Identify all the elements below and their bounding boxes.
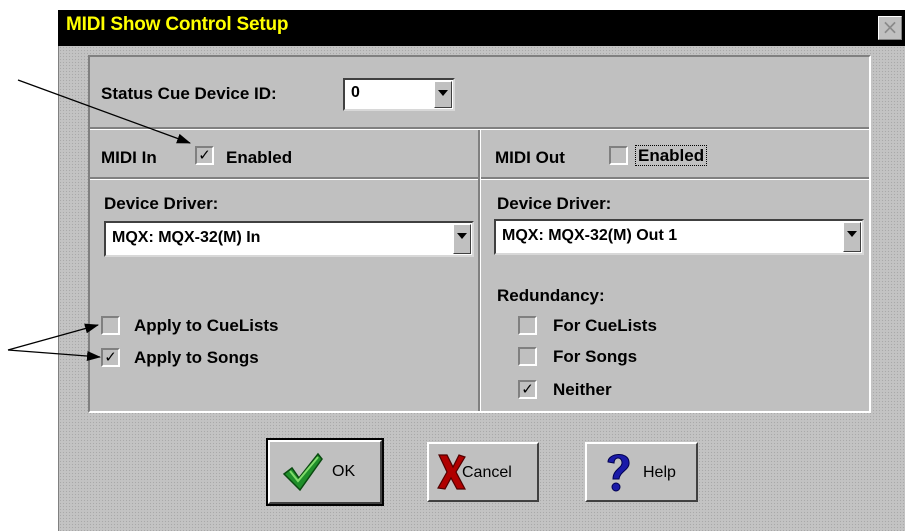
status-cue-device-id-value: 0	[351, 84, 360, 101]
chevron-down-icon[interactable]	[453, 224, 471, 254]
question-icon	[607, 454, 630, 492]
chevron-down-icon[interactable]	[434, 81, 452, 108]
close-icon: ×	[881, 15, 899, 39]
redundancy-for-cuelists-checkbox[interactable]	[518, 316, 537, 335]
midi-in-enabled-checkbox[interactable]: ✓	[195, 146, 214, 165]
help-label: Help	[643, 464, 676, 481]
midi-in-device-driver-label: Device Driver:	[104, 194, 219, 213]
redundancy-for-cuelists-label: For CueLists	[553, 316, 657, 335]
apply-to-songs-checkbox[interactable]: ✓	[101, 348, 120, 367]
column-divider	[478, 130, 481, 411]
redundancy-label: Redundancy:	[497, 286, 605, 305]
midi-in-device-driver-select[interactable]: MQX: MQX-32(M) In	[104, 221, 474, 257]
redundancy-for-songs-label: For Songs	[553, 347, 638, 366]
midi-out-device-driver-select[interactable]: MQX: MQX-32(M) Out 1	[494, 219, 864, 255]
status-cue-device-id-label: Status Cue Device ID:	[101, 84, 277, 103]
midi-out-enabled-label: Enabled	[635, 145, 708, 166]
apply-to-cuelists-label: Apply to CueLists	[134, 316, 279, 335]
midi-in-label: MIDI In	[101, 148, 157, 167]
checkmark-icon: ✓	[198, 146, 211, 164]
apply-to-songs-label: Apply to Songs	[134, 348, 259, 367]
ok-button[interactable]: OK	[266, 438, 384, 506]
chevron-down-icon[interactable]	[843, 222, 861, 252]
apply-to-cuelists-checkbox[interactable]	[101, 316, 120, 335]
help-button[interactable]: Help	[585, 442, 698, 502]
checkmark-icon: ✓	[521, 380, 534, 398]
midi-out-device-driver-value: MQX: MQX-32(M) Out 1	[502, 227, 678, 244]
midi-in-device-driver-value: MQX: MQX-32(M) In	[112, 229, 261, 246]
close-button[interactable]: ×	[878, 16, 902, 40]
cancel-label: Cancel	[462, 464, 512, 481]
midi-out-label: MIDI Out	[495, 148, 565, 167]
redundancy-neither-label: Neither	[553, 380, 612, 399]
status-cue-device-id-select[interactable]: 0	[343, 78, 455, 111]
cancel-button[interactable]: Cancel	[427, 442, 539, 502]
checkmark-icon	[282, 452, 323, 492]
redundancy-neither-checkbox[interactable]: ✓	[518, 380, 537, 399]
ok-label: OK	[332, 463, 356, 480]
midi-out-enabled-checkbox[interactable]	[609, 146, 628, 165]
midi-out-device-driver-label: Device Driver:	[497, 194, 612, 213]
checkmark-icon: ✓	[104, 348, 117, 366]
redundancy-for-songs-checkbox[interactable]	[518, 347, 537, 366]
midi-in-enabled-label: Enabled	[226, 148, 293, 167]
window-title: MIDI Show Control Setup	[66, 14, 289, 35]
